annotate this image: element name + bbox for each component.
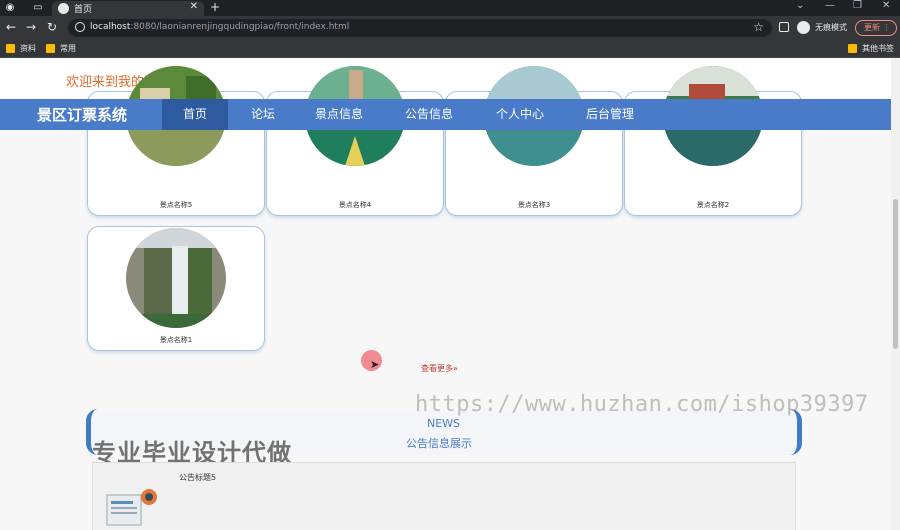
bookmark-folder[interactable]: 资料 — [6, 43, 36, 54]
back-icon[interactable]: ← — [3, 20, 19, 34]
watermark-text: https://www.huzhan.com/ishop39397 — [415, 392, 869, 417]
nav-announcements[interactable]: 公告信息 — [396, 99, 462, 130]
news-title-cn: 公告信息展示 — [406, 437, 472, 450]
site-brand[interactable]: 景区订票系统 — [37, 104, 127, 125]
sidebar-icon[interactable] — [779, 22, 789, 32]
site-nav-bar: 景区订票系统 首页 论坛 景点信息 公告信息 个人中心 后台管理 — [0, 99, 891, 130]
site-info-icon[interactable] — [75, 22, 85, 32]
forward-icon[interactable]: → — [23, 20, 39, 34]
tab-title: 首页 — [74, 5, 93, 15]
url-host: localhost — [90, 22, 131, 32]
bookmark-folder[interactable]: 常用 — [46, 43, 76, 54]
maximize-icon[interactable]: ❐ — [853, 0, 862, 11]
other-bookmarks[interactable]: 其他书签 — [848, 43, 894, 54]
tab-home[interactable]: 首页 ✕ — [52, 1, 204, 16]
new-tab-button[interactable]: + — [210, 0, 220, 14]
bookmarks-bar: 资料 常用 其他书签 — [0, 40, 900, 58]
mouse-cursor-icon: ➤ — [370, 358, 380, 371]
page-viewport: 欢迎来到我的网站 景点名称5 景点名称4 景点名称3 景点名称2 景点名称1 景… — [0, 59, 891, 530]
minimize-icon[interactable]: — — [825, 0, 835, 11]
incognito-label: 无痕模式 — [815, 23, 847, 32]
browser-tab-bar: ◉ ▭ 首页 ✕ + ⌄ — ❐ ✕ — [0, 0, 900, 16]
tab-search-icon[interactable]: ▭ — [32, 2, 44, 14]
spot-name: 景点名称2 — [696, 201, 730, 209]
news-title-en: NEWS — [427, 417, 461, 430]
nav-home[interactable]: 首页 — [162, 99, 228, 130]
url-text: localhost:8080/laonianrenjingqudingpiao/… — [90, 22, 349, 32]
update-label: 更新 — [864, 23, 880, 32]
chevron-down-icon[interactable]: ⌄ — [796, 0, 804, 11]
spot-name: 景点名称1 — [159, 336, 193, 344]
spot-name: 景点名称5 — [159, 201, 193, 209]
address-toolbar: ← → ↻ localhost:8080/laonianrenjingqudin… — [0, 16, 900, 40]
spot-name: 景点名称3 — [517, 201, 551, 209]
tab-close-icon[interactable]: ✕ — [190, 1, 198, 12]
browser-menu-icon[interactable]: ◉ — [4, 2, 16, 14]
bookmark-star-icon[interactable]: ☆ — [753, 20, 764, 34]
scrollbar-thumb[interactable] — [893, 199, 898, 349]
nav-spot-info[interactable]: 景点信息 — [306, 99, 372, 130]
address-input[interactable]: localhost:8080/laonianrenjingqudingpiao/… — [68, 19, 772, 37]
page-scrollbar[interactable] — [891, 59, 900, 530]
view-more-link[interactable]: 查看更多» — [421, 363, 458, 374]
spot-photo — [126, 228, 226, 328]
nav-forum[interactable]: 论坛 — [236, 99, 290, 130]
nav-personal-center[interactable]: 个人中心 — [487, 99, 553, 130]
spot-card[interactable]: 景点名称1 — [87, 226, 265, 351]
news-thumbnail-icon — [106, 489, 157, 526]
incognito-icon — [797, 21, 810, 34]
window-close-icon[interactable]: ✕ — [882, 0, 890, 11]
news-list: 公告标题5 — [92, 462, 796, 530]
globe-icon — [58, 3, 69, 14]
reload-icon[interactable]: ↻ — [44, 20, 60, 34]
news-item-title[interactable]: 公告标题5 — [179, 472, 216, 483]
url-path: :8080/laonianrenjingqudingpiao/front/ind… — [130, 22, 350, 32]
spot-name: 景点名称4 — [338, 201, 372, 209]
update-button[interactable]: 更新 ⋮ — [855, 20, 897, 36]
nav-admin[interactable]: 后台管理 — [577, 99, 643, 130]
